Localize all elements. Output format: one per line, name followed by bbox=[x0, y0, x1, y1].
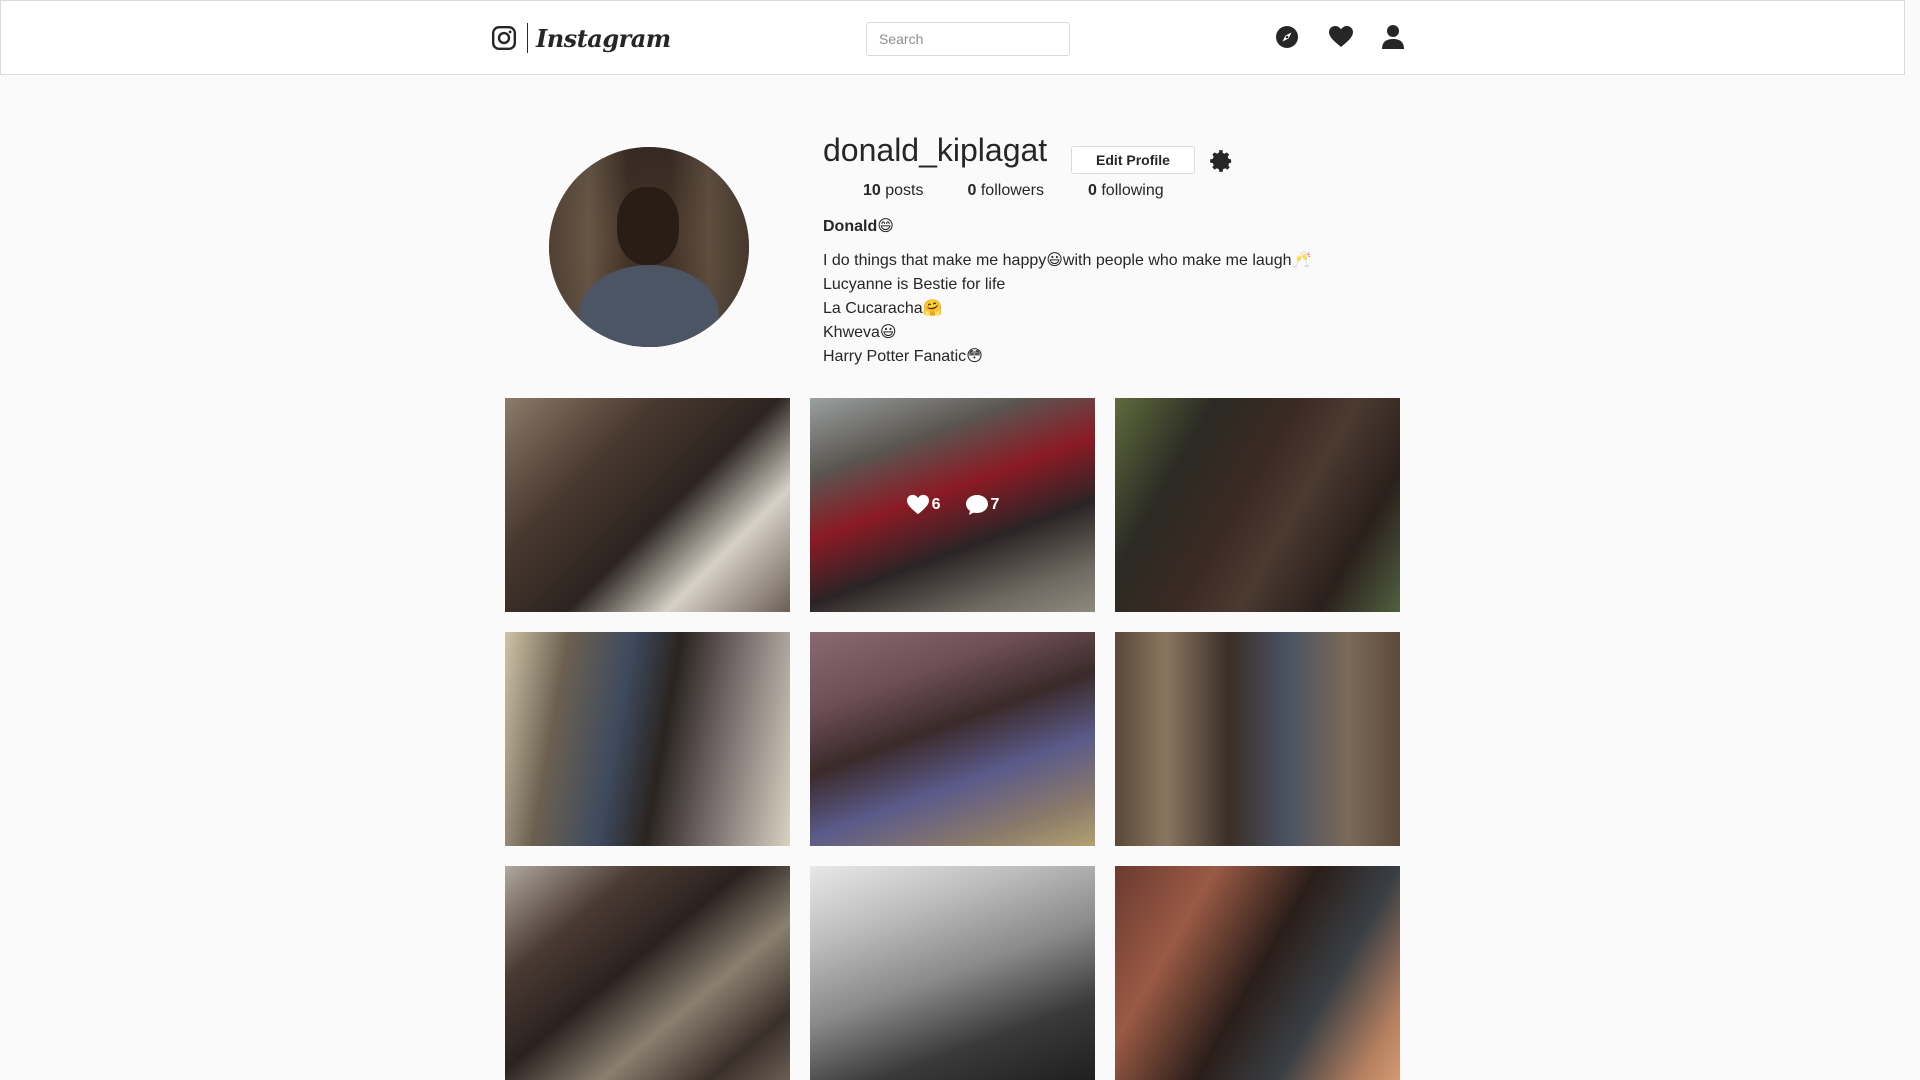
bio-line: La Cucaracha🤗 bbox=[823, 300, 943, 317]
bio-line: Khweva😃 bbox=[823, 324, 897, 341]
followers-label: followers bbox=[980, 182, 1044, 199]
camera-icon bbox=[491, 25, 517, 51]
post-tile[interactable] bbox=[1115, 632, 1400, 846]
brand-logo[interactable]: Instagram bbox=[491, 21, 671, 55]
heart-icon bbox=[1329, 26, 1353, 47]
compass-icon bbox=[1276, 26, 1298, 48]
brand-wordmark: Instagram bbox=[536, 23, 671, 53]
post-hover-overlay: 6 7 bbox=[810, 398, 1095, 612]
followers-count: 0 bbox=[967, 182, 977, 199]
profile-button[interactable] bbox=[1379, 23, 1407, 51]
profile-bio: I do things that make me happy😃with peop… bbox=[823, 249, 1311, 369]
post-tile[interactable]: 6 7 bbox=[810, 398, 1095, 612]
post-tile[interactable] bbox=[1115, 398, 1400, 612]
edit-profile-button[interactable]: Edit Profile bbox=[1071, 146, 1195, 174]
followers-stat[interactable]: 0 followers bbox=[968, 182, 1045, 200]
explore-button[interactable] bbox=[1273, 23, 1301, 51]
posts-label: posts bbox=[885, 182, 924, 199]
post-comments: 7 bbox=[965, 494, 1000, 516]
post-likes: 6 bbox=[906, 494, 941, 516]
profile-stats: 10 posts 0 followers 0 following bbox=[863, 182, 1208, 200]
settings-gear-icon[interactable] bbox=[1208, 148, 1234, 174]
following-stat[interactable]: 0 following bbox=[1088, 182, 1164, 200]
profile-full-name: Donald😄 bbox=[823, 218, 894, 235]
person-icon bbox=[1382, 25, 1404, 49]
posts-count: 10 bbox=[863, 182, 881, 199]
heart-icon bbox=[906, 494, 929, 515]
posts-stat[interactable]: 10 posts bbox=[863, 182, 924, 200]
profile-username: donald_kiplagat bbox=[823, 132, 1048, 168]
post-tile[interactable] bbox=[505, 398, 790, 612]
following-count: 0 bbox=[1088, 182, 1097, 199]
search-input[interactable] bbox=[866, 22, 1070, 56]
bio-line: Harry Potter Fanatic😳 bbox=[823, 348, 983, 365]
following-label: following bbox=[1101, 182, 1164, 199]
activity-button[interactable] bbox=[1327, 23, 1355, 51]
top-navbar: Instagram bbox=[0, 0, 1905, 75]
bio-line: Lucyanne is Bestie for life bbox=[823, 276, 1006, 293]
comments-count: 7 bbox=[990, 496, 1000, 513]
bio-line: I do things that make me happy😃with peop… bbox=[823, 252, 1312, 269]
post-tile[interactable] bbox=[1115, 866, 1400, 1080]
profile-avatar[interactable] bbox=[549, 147, 749, 347]
comment-icon bbox=[965, 495, 988, 515]
post-tile[interactable] bbox=[505, 632, 790, 846]
likes-count: 6 bbox=[931, 496, 941, 513]
post-tile[interactable] bbox=[810, 866, 1095, 1080]
brand-divider bbox=[527, 23, 528, 53]
post-tile[interactable] bbox=[505, 866, 790, 1080]
post-tile[interactable] bbox=[810, 632, 1095, 846]
